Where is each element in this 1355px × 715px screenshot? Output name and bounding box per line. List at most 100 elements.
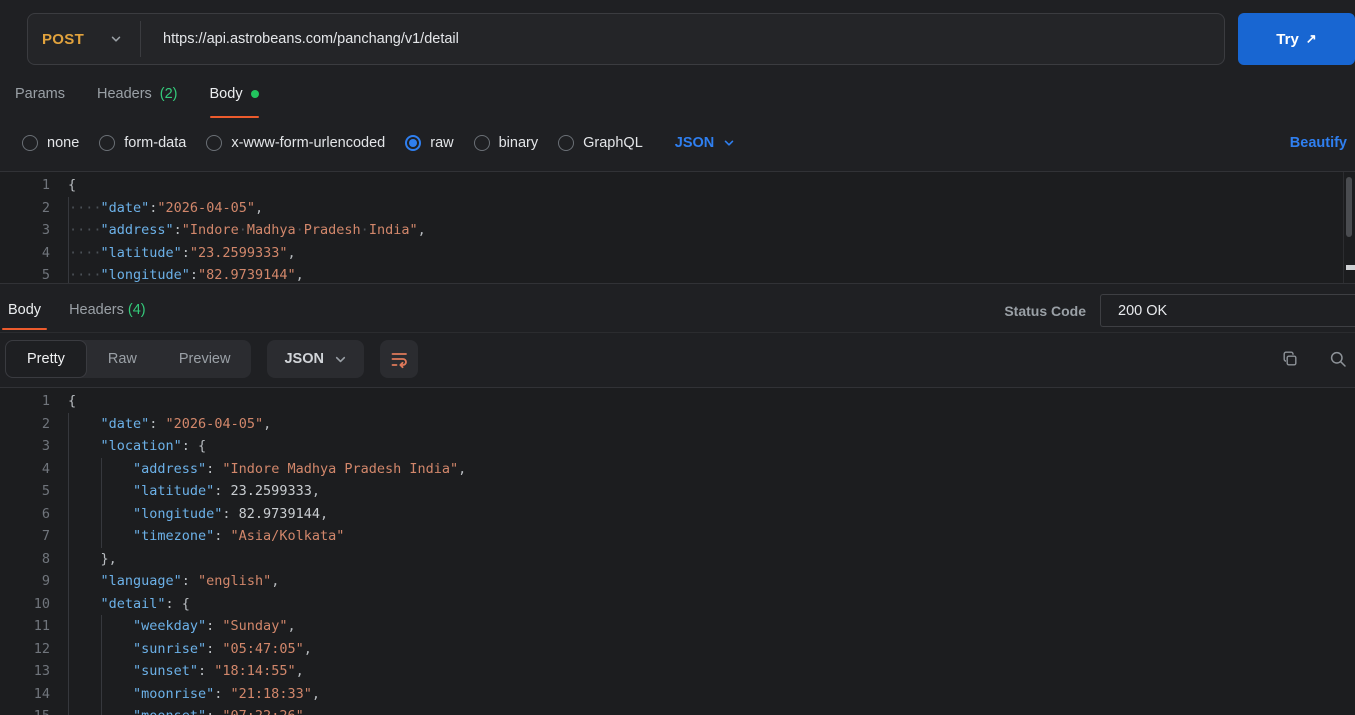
radio-icon xyxy=(558,135,575,151)
try-button[interactable]: Try ↗ xyxy=(1238,13,1355,65)
line-number: 7 xyxy=(41,528,50,544)
status-code-text: 200 OK xyxy=(1118,302,1168,319)
view-pretty-tab[interactable]: Pretty xyxy=(5,340,87,378)
radio-icon xyxy=(473,135,490,151)
radio-icon xyxy=(22,135,38,151)
code-line: 13 "sunset": "18:14:55", xyxy=(0,660,1355,683)
view-raw-tab[interactable]: Raw xyxy=(87,340,158,378)
request-url-bar: POST xyxy=(27,13,1225,65)
code-line: 8 }, xyxy=(0,547,1355,570)
request-body-editor[interactable]: 1{2 ····"date":"2026-04-05", 3 ····"address… xyxy=(0,171,1355,284)
copy-icon xyxy=(1283,351,1297,366)
line-number: 4 xyxy=(41,244,50,261)
response-body-editor[interactable]: 1{2 "date": "2026-04-05", 3 "location": {… xyxy=(0,387,1355,715)
headers-count-badge: (2) xyxy=(159,86,178,102)
code-line: 14 "moonrise": "21:18:33", xyxy=(0,682,1355,705)
line-number: 13 xyxy=(33,663,50,679)
tab-body[interactable]: Body xyxy=(209,84,259,118)
line-number: 10 xyxy=(33,595,50,612)
code-line: 12 "sunrise": "05:47:05", xyxy=(0,637,1355,660)
body-type-label: x-www-form-urlencoded xyxy=(231,135,386,151)
code-line: 7 "timezone": "Asia/Kolkata" xyxy=(0,525,1355,548)
tab-headers-label: Headers xyxy=(96,86,152,102)
code-line: 5 "latitude": 23.2599333, xyxy=(0,480,1355,503)
body-type-label: raw xyxy=(430,135,454,151)
code-line: 10 "detail": { xyxy=(0,592,1355,615)
chevron-down-icon xyxy=(335,356,346,362)
body-active-dot-icon xyxy=(250,90,259,98)
code-line: 3 "location": { xyxy=(0,435,1355,458)
status-code-area: Status Code 200 OK xyxy=(1004,294,1355,327)
request-tabs: Params Headers (2) Body xyxy=(15,84,259,118)
code-line: 1{ xyxy=(0,174,1355,197)
body-type-row: none form-data x-www-form-urlencoded raw… xyxy=(0,128,1355,158)
body-type-label: none xyxy=(47,135,80,151)
line-number: 9 xyxy=(41,573,50,589)
tab-body-label: Body xyxy=(209,86,243,102)
response-code-area: 1{2 "date": "2026-04-05", 3 "location": {… xyxy=(0,390,1355,715)
body-type-label: binary xyxy=(498,135,539,151)
code-line: 4 "address": "Indore Madhya Pradesh Indi… xyxy=(0,457,1355,480)
tab-params-label: Params xyxy=(15,86,65,102)
line-number: 3 xyxy=(41,438,50,454)
radio-selected-icon xyxy=(405,135,422,151)
line-number: 5 xyxy=(41,267,50,283)
line-number: 1 xyxy=(41,177,50,193)
response-tab-headers[interactable]: Headers (4) xyxy=(69,300,146,331)
line-number: 2 xyxy=(41,199,50,216)
line-number: 6 xyxy=(41,505,50,522)
response-toolbar-actions xyxy=(1281,350,1347,368)
status-code-label: Status Code xyxy=(1004,302,1086,319)
body-type-label: GraphQL xyxy=(583,135,643,151)
line-number: 2 xyxy=(41,415,50,432)
line-number: 15 xyxy=(0,705,50,715)
wrap-lines-button[interactable] xyxy=(379,340,418,378)
wrap-lines-icon xyxy=(391,353,407,369)
content-type-label: JSON xyxy=(674,135,715,151)
body-type-urlencoded[interactable]: x-www-form-urlencoded xyxy=(206,135,385,151)
body-type-binary[interactable]: binary xyxy=(473,135,539,151)
response-format-select[interactable]: JSON xyxy=(267,340,364,378)
chevron-down-icon xyxy=(724,140,734,146)
line-number: 8 xyxy=(41,550,50,567)
status-code-value: 200 OK xyxy=(1100,294,1355,327)
body-type-none[interactable]: none xyxy=(22,135,79,151)
request-code-area: 1{2 ····"date":"2026-04-05", 3 ····"address… xyxy=(0,174,1355,283)
line-number: 11 xyxy=(33,618,50,634)
response-tab-headers-label: Headers xyxy=(69,302,124,318)
vertical-scrollbar[interactable] xyxy=(1346,177,1352,237)
body-type-raw[interactable]: raw xyxy=(405,135,454,151)
line-number: 3 xyxy=(41,222,50,238)
try-button-label: Try xyxy=(1276,30,1299,48)
chevron-down-icon xyxy=(111,36,121,42)
view-mode-tabs: Pretty Raw Preview xyxy=(5,340,252,378)
horizontal-scrollbar[interactable] xyxy=(1346,265,1355,270)
view-preview-tab[interactable]: Preview xyxy=(158,340,252,378)
response-header: Body Headers (4) Status Code 200 OK xyxy=(0,290,1355,333)
body-type-form-data[interactable]: form-data xyxy=(99,135,186,151)
external-link-icon: ↗ xyxy=(1305,31,1317,46)
tab-params[interactable]: Params xyxy=(15,84,65,118)
radio-icon xyxy=(206,135,223,151)
code-line: 4 ····"latitude":"23.2599333", xyxy=(0,241,1355,264)
code-line: 1{ xyxy=(0,390,1355,413)
body-type-graphql[interactable]: GraphQL xyxy=(558,135,643,151)
response-tab-body[interactable]: Body xyxy=(1,300,48,331)
search-icon xyxy=(1330,351,1346,367)
code-line: 9 "language": "english", xyxy=(0,570,1355,593)
code-line: 5 ····"longitude":"82.9739144", xyxy=(0,264,1355,283)
code-line: 2 ····"date":"2026-04-05", xyxy=(0,196,1355,219)
line-number: 14 xyxy=(33,685,50,702)
beautify-button[interactable]: Beautify xyxy=(1290,135,1347,151)
tab-headers[interactable]: Headers (2) xyxy=(97,84,178,118)
response-headers-count-badge: (4) xyxy=(127,302,146,318)
code-line: 6 "longitude": 82.9739144, xyxy=(0,502,1355,525)
body-type-label: form-data xyxy=(124,135,187,151)
url-input[interactable] xyxy=(141,31,1224,47)
method-select[interactable]: POST xyxy=(28,31,140,48)
search-response-button[interactable] xyxy=(1329,350,1347,368)
radio-icon xyxy=(99,135,116,151)
line-number: 1 xyxy=(41,393,50,409)
content-type-select[interactable]: JSON xyxy=(675,135,736,151)
copy-response-button[interactable] xyxy=(1281,350,1299,368)
